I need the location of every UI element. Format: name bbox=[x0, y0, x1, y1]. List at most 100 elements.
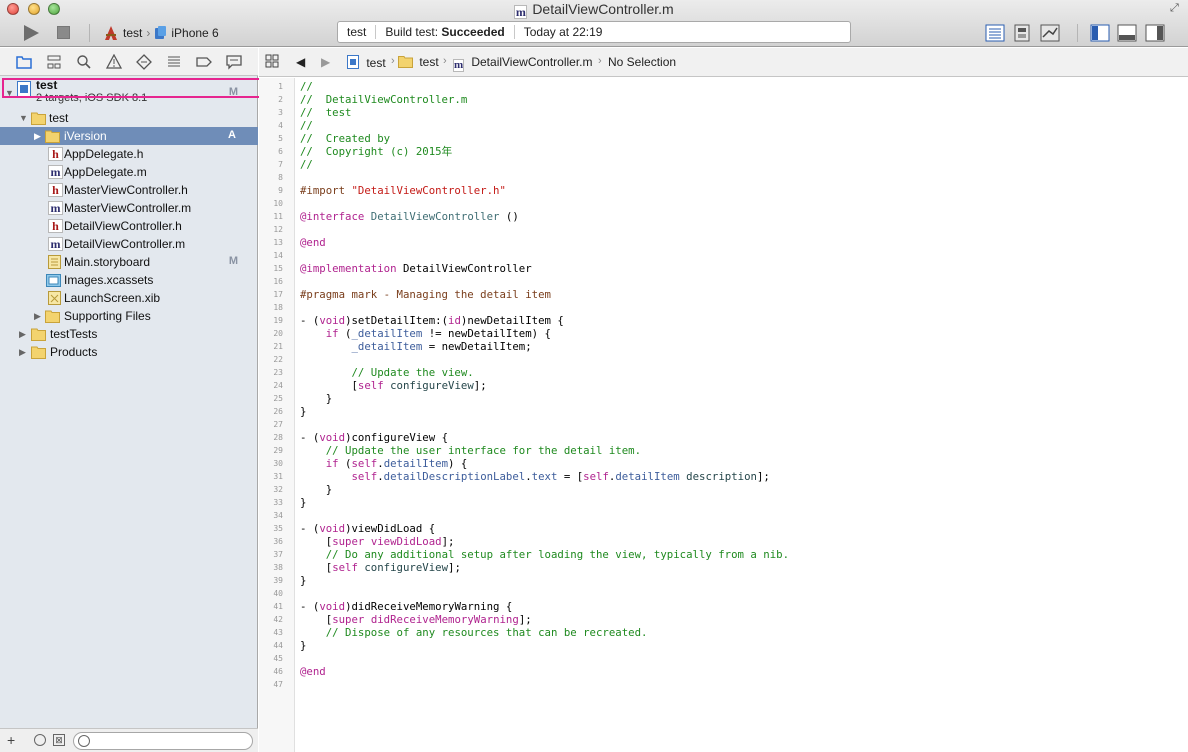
toggle-utilities-button[interactable] bbox=[1145, 24, 1165, 42]
line-number: 41 bbox=[273, 602, 283, 611]
folder-icon bbox=[31, 328, 46, 341]
code-line: - (void)viewDidLoad { bbox=[300, 522, 436, 535]
debug-navigator-tab[interactable] bbox=[166, 54, 182, 70]
tree-item-detailviewcontroller-m[interactable]: m DetailViewController.m bbox=[0, 235, 258, 253]
disclosure-collapsed-icon[interactable]: ▶ bbox=[19, 329, 29, 339]
breakpoint-icon bbox=[196, 57, 212, 67]
line-number: 35 bbox=[273, 524, 283, 533]
folder-icon bbox=[31, 346, 46, 359]
test-navigator-tab[interactable] bbox=[136, 54, 152, 70]
standard-editor-button[interactable] bbox=[985, 24, 1005, 42]
navigator-filter-input[interactable] bbox=[73, 732, 253, 750]
add-icon[interactable]: + bbox=[7, 732, 15, 748]
xcode-project-icon bbox=[347, 55, 359, 69]
tree-item-testtests[interactable]: ▶ testTests bbox=[0, 325, 258, 343]
line-number: 8 bbox=[278, 173, 283, 182]
disclosure-collapsed-icon[interactable]: ▶ bbox=[19, 347, 29, 357]
code-line: [super didReceiveMemoryWarning]; bbox=[300, 613, 532, 626]
tree-item-images-xcassets[interactable]: Images.xcassets bbox=[0, 271, 258, 289]
version-editor-button[interactable] bbox=[1040, 24, 1060, 42]
tree-item-iversion[interactable]: ▶ iVersion A bbox=[0, 127, 258, 145]
tree-item-masterviewcontroller-m[interactable]: m MasterViewController.m bbox=[0, 199, 258, 217]
code-line: // Update the view. bbox=[351, 366, 474, 379]
jumpbar-group[interactable]: test bbox=[398, 55, 439, 69]
window-title-text: DetailViewController.m bbox=[532, 1, 674, 17]
tree-item-main-storyboard[interactable]: Main.storyboard M bbox=[0, 253, 258, 271]
line-number: 11 bbox=[273, 212, 283, 221]
tree-item-masterviewcontroller-h[interactable]: h MasterViewController.h bbox=[0, 181, 258, 199]
navigator-tab-bar bbox=[0, 48, 258, 76]
symbol-navigator-tab[interactable] bbox=[46, 54, 62, 70]
tree-item-test-group[interactable]: ▼ test bbox=[0, 109, 258, 127]
project-navigator-tab[interactable] bbox=[16, 54, 32, 70]
related-items-grid-icon[interactable] bbox=[265, 54, 279, 71]
toggle-navigator-button[interactable] bbox=[1090, 24, 1110, 42]
back-arrow-icon[interactable]: ◀ bbox=[296, 55, 305, 69]
code-line: - (void)setDetailItem:(id)newDetailItem … bbox=[300, 314, 564, 327]
list-icon bbox=[168, 56, 180, 67]
tree-item-detailviewcontroller-h[interactable]: h DetailViewController.h bbox=[0, 217, 258, 235]
code-line: // DetailViewController.m bbox=[300, 93, 468, 106]
code-line: [self configureView]; bbox=[300, 379, 487, 392]
recent-files-clock-icon[interactable] bbox=[34, 734, 46, 746]
tree-item-supporting-files[interactable]: ▶ Supporting Files bbox=[0, 307, 258, 325]
toggle-debug-area-button[interactable] bbox=[1117, 24, 1137, 42]
code-line: // Dispose of any resources that can be … bbox=[325, 626, 648, 639]
objc-file-icon: m bbox=[48, 165, 63, 179]
code-line: // Update the user interface for the det… bbox=[325, 444, 642, 457]
build-status-prefix: Build test: bbox=[385, 25, 442, 39]
line-number: 2 bbox=[278, 95, 283, 104]
line-number: 31 bbox=[273, 472, 283, 481]
disclosure-collapsed-icon[interactable]: ▶ bbox=[34, 311, 44, 321]
log-navigator-tab[interactable] bbox=[226, 54, 242, 70]
stop-button[interactable] bbox=[57, 26, 70, 39]
line-number: 36 bbox=[273, 537, 283, 546]
code-line: @implementation DetailViewController bbox=[300, 262, 532, 275]
jumpbar-selection[interactable]: No Selection bbox=[608, 55, 676, 69]
asset-catalog-icon bbox=[46, 274, 61, 287]
run-button[interactable] bbox=[22, 25, 40, 41]
find-navigator-tab[interactable] bbox=[76, 54, 92, 70]
hierarchy-icon bbox=[47, 55, 61, 69]
tree-item-launchscreen-xib[interactable]: LaunchScreen.xib bbox=[0, 289, 258, 307]
line-number: 21 bbox=[273, 342, 283, 351]
tree-item-label: DetailViewController.m bbox=[64, 237, 186, 251]
forward-arrow-icon[interactable]: ▶ bbox=[321, 55, 330, 69]
fullscreen-icon[interactable]: ⤢ bbox=[1170, 2, 1182, 14]
folder-icon bbox=[398, 56, 413, 68]
code-line: // Do any additional setup after loading… bbox=[325, 548, 790, 561]
tree-item-label: DetailViewController.h bbox=[64, 219, 182, 233]
code-line: // bbox=[300, 119, 313, 132]
breakpoint-navigator-tab[interactable] bbox=[196, 54, 212, 70]
tree-item-products[interactable]: ▶ Products bbox=[0, 343, 258, 361]
debug-panel-icon bbox=[1117, 24, 1137, 42]
tree-item-label: MasterViewController.h bbox=[64, 183, 188, 197]
line-number: 45 bbox=[273, 654, 283, 663]
assistant-editor-button[interactable] bbox=[1012, 24, 1032, 42]
standard-editor-icon bbox=[985, 24, 1005, 42]
objc-file-icon: m bbox=[48, 201, 63, 215]
issue-navigator-tab[interactable] bbox=[105, 53, 123, 70]
selection-highlight-box bbox=[2, 78, 261, 98]
line-number: 29 bbox=[273, 446, 283, 455]
code-line: @end bbox=[300, 665, 326, 678]
disclosure-collapsed-icon[interactable]: ▶ bbox=[34, 131, 44, 141]
navigator-panel-icon bbox=[1090, 24, 1110, 42]
line-number: 32 bbox=[273, 485, 283, 494]
line-number-gutter[interactable]: 1 2 3 4 5 6 7 8 9 10 11 12 13 14 15 16 17 18 19 20 21 22 23 24 2… bbox=[259, 78, 295, 752]
source-editor[interactable]: //// DetailViewController.m// test//// C… bbox=[300, 78, 1180, 752]
tree-item-label: iVersion bbox=[64, 129, 107, 143]
utilities-panel-icon bbox=[1145, 24, 1165, 42]
source-control-filter-icon[interactable]: ⊠ bbox=[53, 734, 65, 746]
tree-item-appdelegate-m[interactable]: m AppDelegate.m bbox=[0, 163, 258, 181]
jumpbar-file[interactable]: m DetailViewController.m bbox=[453, 55, 593, 72]
code-line: [super viewDidLoad]; bbox=[300, 535, 455, 548]
code-line: self.detailDescriptionLabel.text = [self… bbox=[351, 470, 770, 483]
line-number: 26 bbox=[273, 407, 283, 416]
tree-item-label: Images.xcassets bbox=[64, 273, 154, 287]
jumpbar-project[interactable]: test bbox=[347, 55, 386, 70]
code-line: if (self.detailItem) { bbox=[325, 457, 468, 470]
tree-item-appdelegate-h[interactable]: h AppDelegate.h bbox=[0, 145, 258, 163]
disclosure-expanded-icon[interactable]: ▼ bbox=[19, 113, 29, 123]
scheme-selector[interactable]: test › iPhone 6 bbox=[103, 24, 219, 42]
